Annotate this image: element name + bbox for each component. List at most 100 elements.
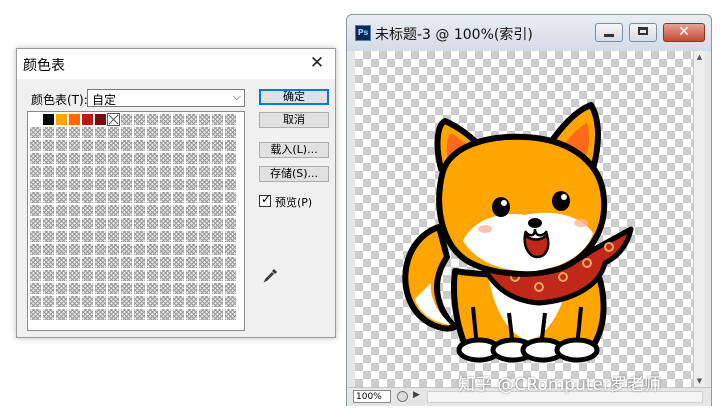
empty-swatch <box>224 139 237 152</box>
empty-swatch <box>42 126 55 139</box>
photoshop-icon: Ps <box>355 25 371 41</box>
close-icon[interactable]: ✕ <box>307 53 327 73</box>
empty-swatch <box>107 282 120 295</box>
empty-swatch <box>55 230 68 243</box>
empty-swatch <box>133 113 146 126</box>
cancel-button[interactable]: 取消 <box>259 112 329 128</box>
zoom-level-field[interactable]: 100% <box>353 390 391 403</box>
document-titlebar[interactable]: Ps 未标题-3 @ 100%(索引) ✕ <box>347 15 711 51</box>
empty-swatch <box>198 230 211 243</box>
empty-swatch <box>55 178 68 191</box>
empty-swatch <box>211 113 224 126</box>
empty-swatch <box>159 282 172 295</box>
empty-swatch <box>172 269 185 282</box>
load-button[interactable]: 载入(L)... <box>259 142 329 158</box>
empty-swatch <box>198 269 211 282</box>
document-info-icon[interactable] <box>397 391 408 402</box>
status-menu-arrow-icon[interactable]: ▶ <box>413 390 420 400</box>
color-swatch[interactable] <box>81 113 94 126</box>
scroll-down-icon[interactable]: ▼ <box>695 377 704 385</box>
vertical-scrollbar[interactable]: ▲ ▼ <box>693 51 705 387</box>
maximize-button[interactable] <box>629 23 657 42</box>
empty-swatch <box>94 178 107 191</box>
empty-swatch <box>198 295 211 308</box>
empty-swatch <box>68 204 81 217</box>
empty-swatch <box>146 152 159 165</box>
empty-swatch <box>224 282 237 295</box>
empty-swatch <box>94 165 107 178</box>
empty-swatch <box>120 165 133 178</box>
color-swatch[interactable] <box>68 113 81 126</box>
preview-checkbox[interactable]: ✓ <box>259 192 271 207</box>
minimize-icon <box>604 34 614 37</box>
color-table-select[interactable]: 自定 ⌵ <box>87 89 245 107</box>
empty-swatch <box>198 165 211 178</box>
empty-swatch <box>224 113 237 126</box>
empty-swatch <box>29 191 42 204</box>
empty-swatch <box>94 217 107 230</box>
empty-swatch <box>159 217 172 230</box>
ok-button[interactable]: 确定 <box>259 89 329 105</box>
color-swatch[interactable] <box>29 113 42 126</box>
empty-swatch <box>107 165 120 178</box>
empty-swatch <box>81 178 94 191</box>
eyedropper-icon[interactable] <box>263 267 279 283</box>
empty-swatch <box>107 269 120 282</box>
empty-swatch <box>211 230 224 243</box>
save-button[interactable]: 存储(S)... <box>259 166 329 182</box>
empty-swatch <box>211 243 224 256</box>
empty-swatch <box>120 126 133 139</box>
empty-swatch <box>120 282 133 295</box>
empty-swatch <box>172 282 185 295</box>
empty-swatch <box>68 217 81 230</box>
empty-swatch <box>133 282 146 295</box>
empty-swatch <box>120 295 133 308</box>
empty-swatch <box>29 282 42 295</box>
empty-swatch <box>107 126 120 139</box>
empty-swatch <box>211 126 224 139</box>
empty-swatch <box>107 243 120 256</box>
empty-swatch <box>29 243 42 256</box>
empty-swatch <box>159 178 172 191</box>
empty-swatch <box>159 204 172 217</box>
empty-swatch <box>159 165 172 178</box>
empty-swatch <box>146 256 159 269</box>
empty-swatch <box>224 217 237 230</box>
empty-swatch <box>55 256 68 269</box>
empty-swatch <box>29 256 42 269</box>
window-close-button[interactable]: ✕ <box>663 23 705 42</box>
empty-swatch <box>133 230 146 243</box>
empty-swatch <box>198 308 211 321</box>
empty-swatch <box>211 152 224 165</box>
empty-swatch <box>120 269 133 282</box>
watermark-text: 知乎 @CRomputer罗老师 <box>458 375 661 395</box>
color-swatch[interactable] <box>94 113 107 126</box>
empty-swatch <box>42 256 55 269</box>
empty-swatch <box>81 308 94 321</box>
empty-swatch <box>211 217 224 230</box>
minimize-button[interactable] <box>595 23 623 42</box>
document-canvas[interactable] <box>355 51 693 387</box>
empty-swatch <box>133 126 146 139</box>
empty-swatch <box>107 139 120 152</box>
empty-swatch <box>94 269 107 282</box>
empty-swatch <box>146 308 159 321</box>
empty-swatch <box>81 204 94 217</box>
empty-swatch <box>185 113 198 126</box>
empty-swatch <box>146 191 159 204</box>
empty-swatch <box>146 204 159 217</box>
empty-swatch <box>81 295 94 308</box>
transparent-swatch[interactable] <box>107 113 120 126</box>
empty-swatch <box>211 308 224 321</box>
empty-swatch <box>146 113 159 126</box>
empty-swatch <box>68 256 81 269</box>
empty-swatch <box>198 113 211 126</box>
color-swatch[interactable] <box>42 113 55 126</box>
empty-swatch <box>211 256 224 269</box>
empty-swatch <box>55 282 68 295</box>
color-swatch[interactable] <box>55 113 68 126</box>
empty-swatch <box>120 139 133 152</box>
empty-swatch <box>42 204 55 217</box>
empty-swatch <box>185 269 198 282</box>
scroll-up-icon[interactable]: ▲ <box>695 53 704 61</box>
